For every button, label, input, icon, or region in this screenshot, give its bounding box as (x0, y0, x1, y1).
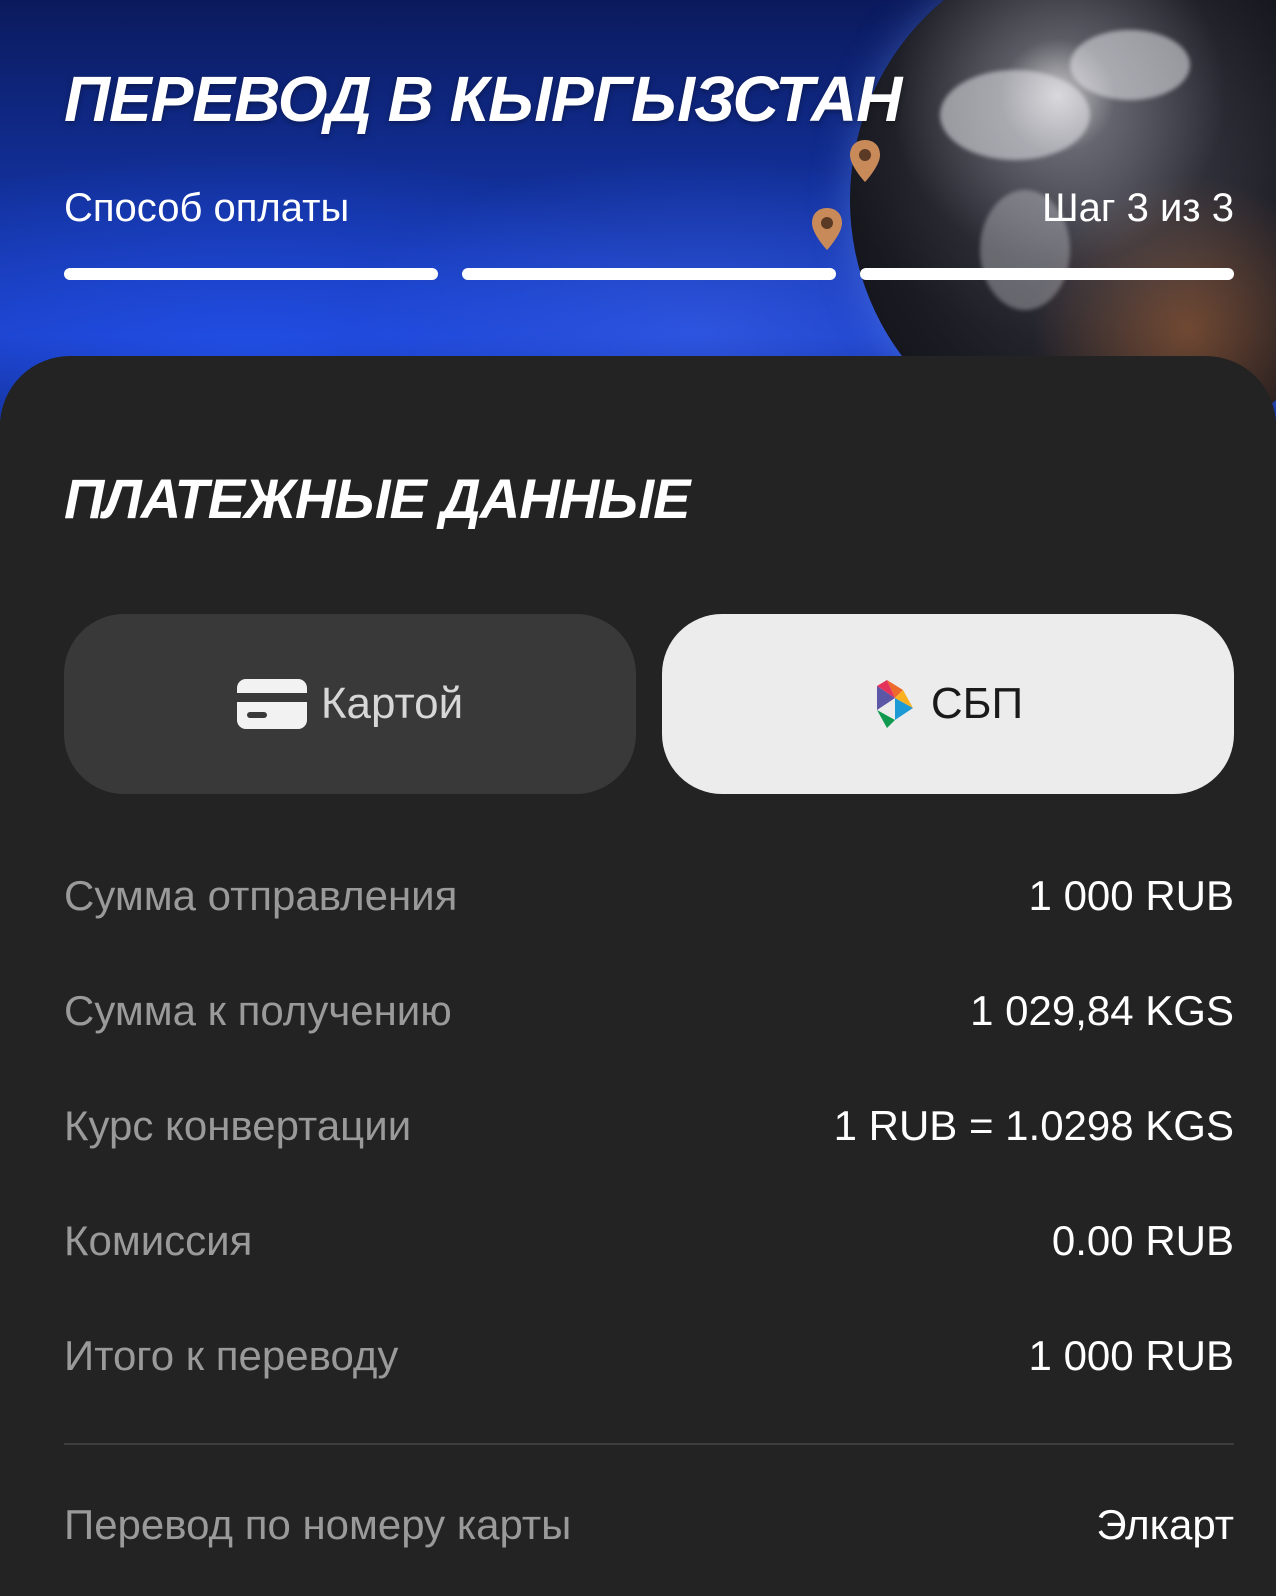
detail-row-total: Итого к переводу 1 000 RUB (64, 1332, 1234, 1380)
step-label: Способ оплаты (64, 186, 350, 230)
detail-label: Комиссия (64, 1217, 253, 1264)
detail-label: Курс конвертации (64, 1102, 412, 1149)
transfer-method-row: Перевод по номеру карты Элкарт (64, 1501, 1234, 1549)
pay-by-card-button[interactable]: Картой (64, 614, 636, 794)
transfer-method-value: Элкарт (1096, 1501, 1234, 1548)
location-pin-icon (812, 208, 842, 250)
detail-value: 0.00 RUB (1051, 1217, 1234, 1264)
pay-by-sbp-button[interactable]: СБП (662, 614, 1234, 794)
detail-label: Сумма отправления (64, 872, 458, 919)
payment-sheet (0, 356, 1276, 1596)
detail-label: Сумма к получению (64, 987, 452, 1034)
location-pin-icon (850, 140, 880, 182)
progress-segment-1 (64, 268, 438, 280)
pay-by-sbp-label: СБП (930, 679, 1024, 728)
page-title: ПЕРЕВОД В КЫРГЫЗСТАН (64, 63, 902, 135)
progress-segment-3 (860, 268, 1234, 280)
section-title: ПЛАТЕЖНЫЕ ДАННЫЕ (64, 467, 690, 530)
progress-segment-2 (462, 268, 836, 280)
detail-row-exchange-rate: Курс конвертации 1 RUB = 1.0298 KGS (64, 1102, 1234, 1150)
detail-row-receive-amount: Сумма к получению 1 029,84 KGS (64, 987, 1234, 1035)
detail-value: 1 000 RUB (1028, 872, 1234, 919)
detail-value: 1 RUB = 1.0298 KGS (833, 1102, 1234, 1149)
detail-value: 1 000 RUB (1028, 1332, 1234, 1379)
credit-card-icon (236, 679, 307, 729)
pay-by-card-label: Картой (320, 679, 464, 728)
detail-row-send-amount: Сумма отправления 1 000 RUB (64, 872, 1234, 920)
detail-value: 1 029,84 KGS (970, 987, 1234, 1034)
detail-label: Итого к переводу (64, 1332, 399, 1379)
transfer-method-label: Перевод по номеру карты (64, 1501, 572, 1548)
divider (64, 1443, 1234, 1445)
step-counter: Шаг 3 из 3 (1041, 186, 1234, 230)
sbp-logo-icon (876, 680, 913, 728)
detail-row-commission: Комиссия 0.00 RUB (64, 1217, 1234, 1265)
